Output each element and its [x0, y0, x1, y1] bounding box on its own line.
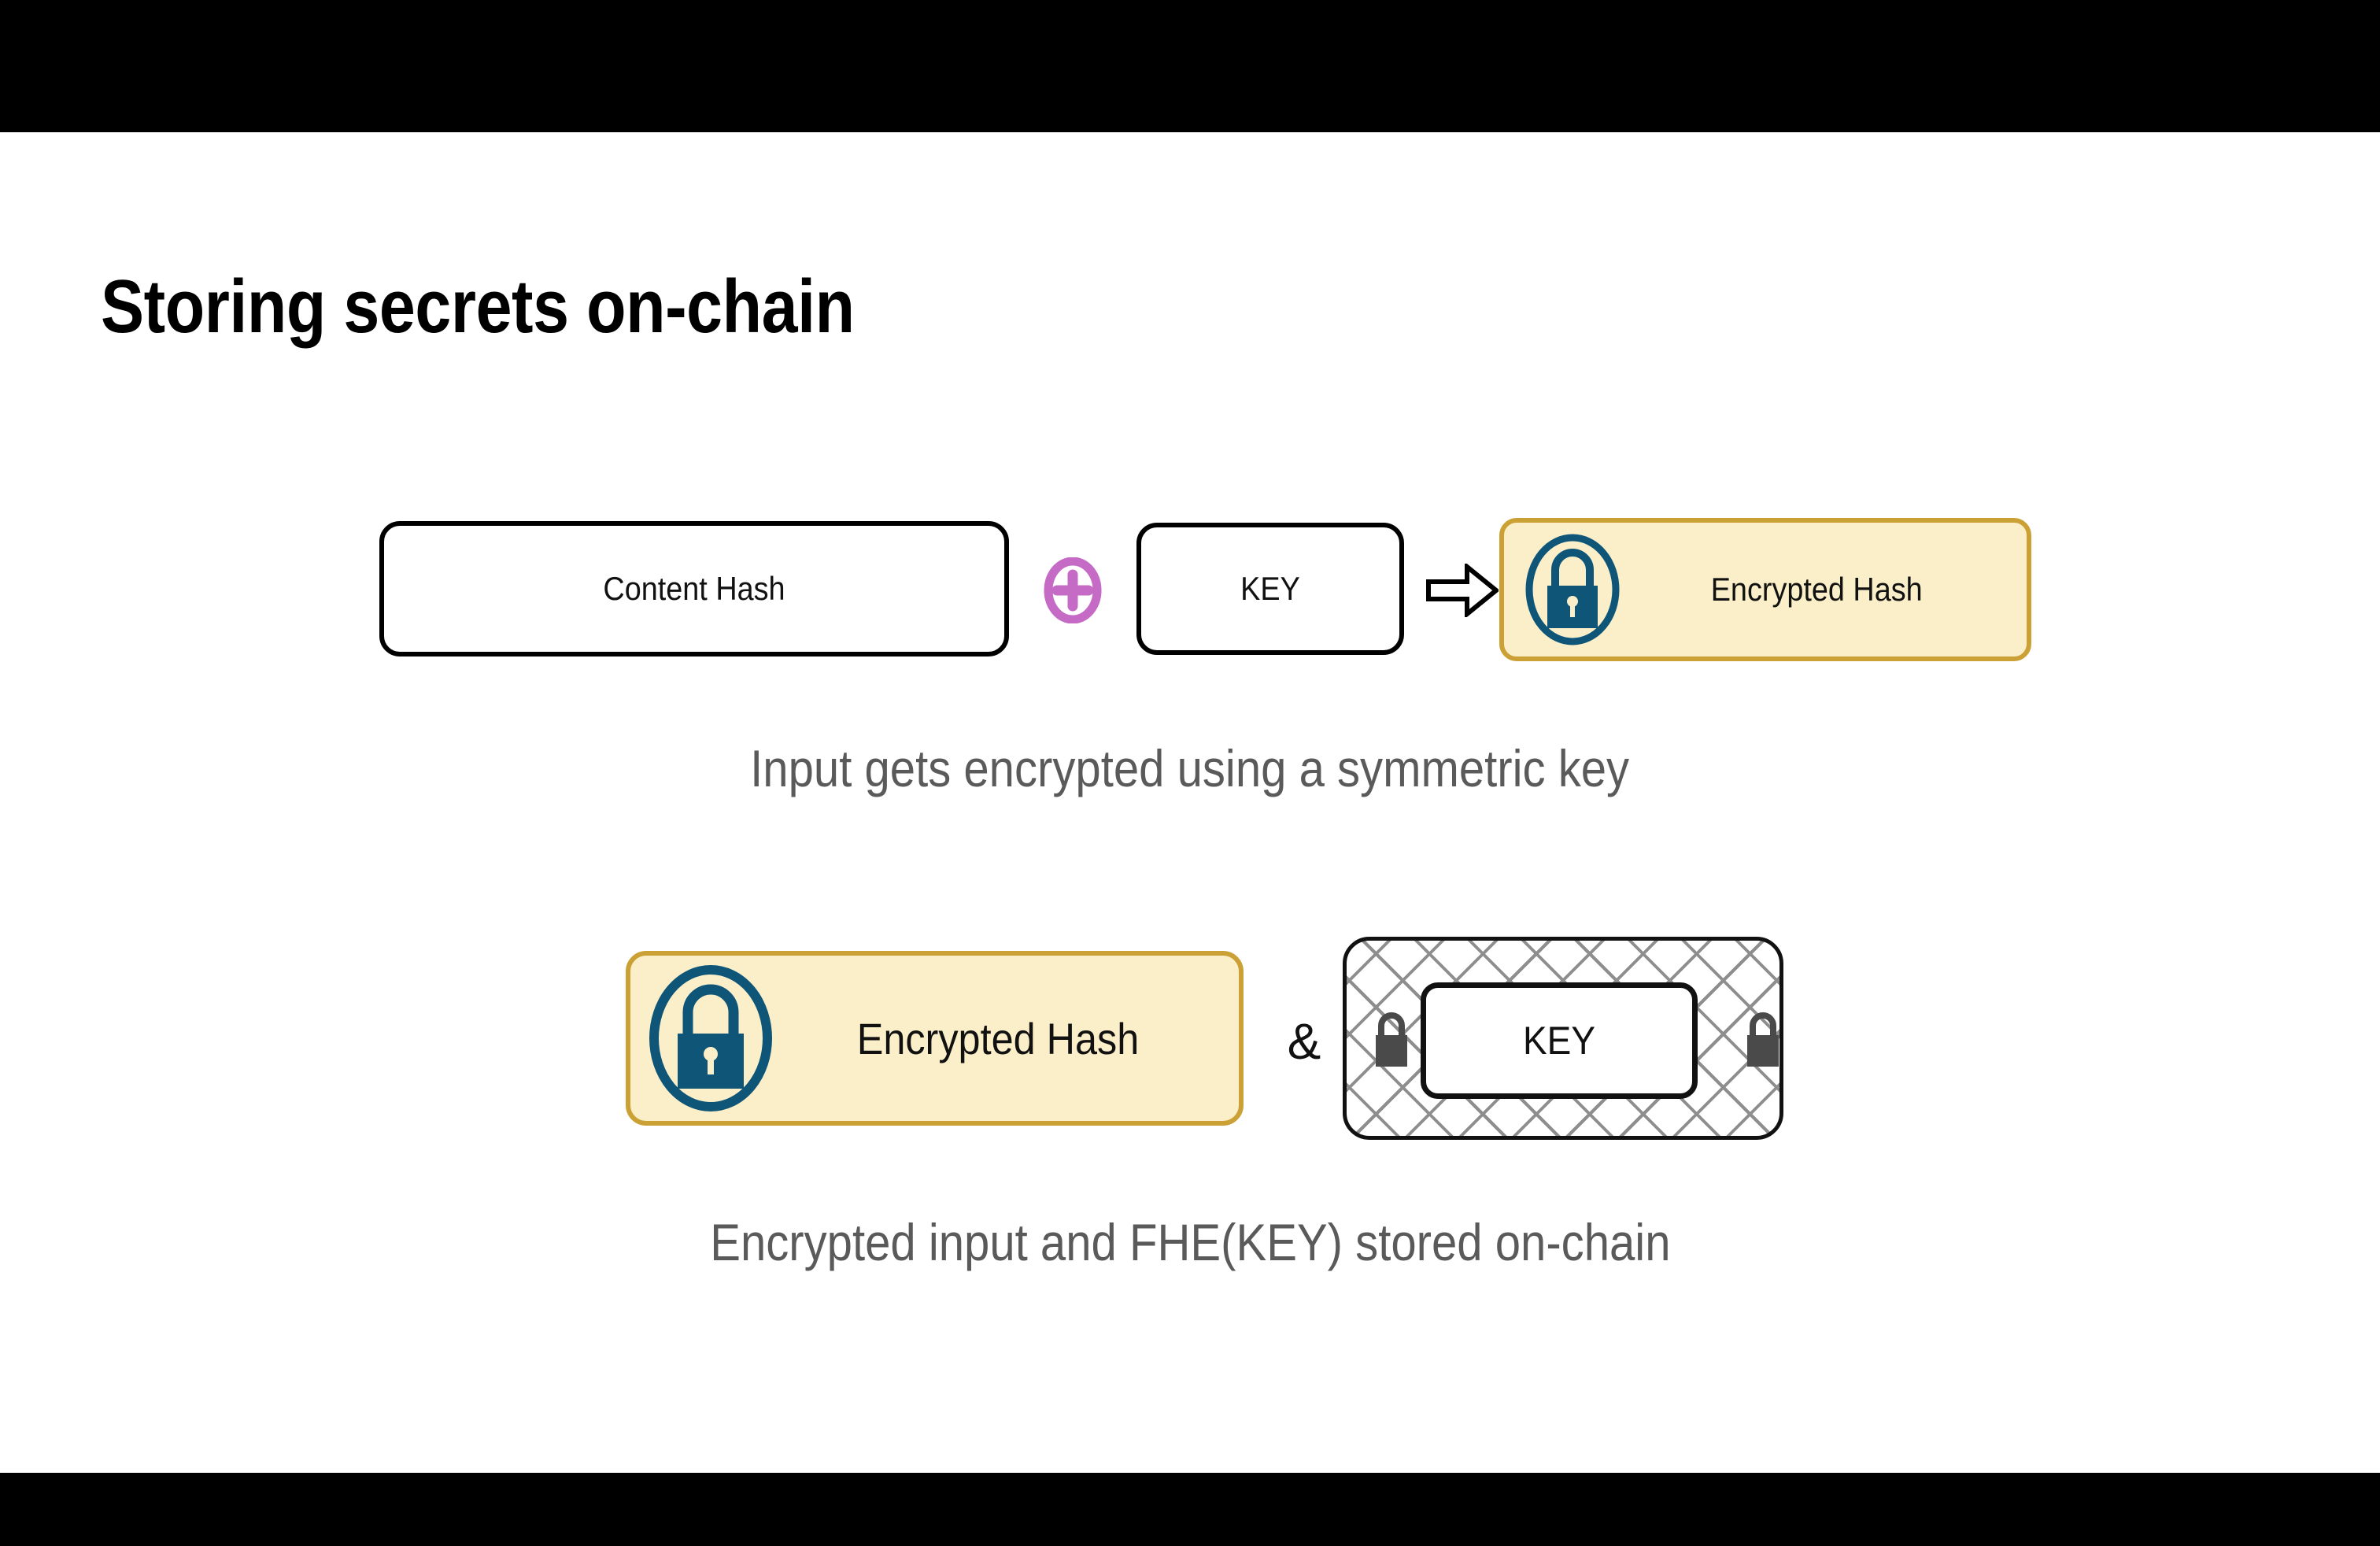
ampersand-operator: & [1287, 1013, 1321, 1070]
letterbox-bar-bottom [0, 1473, 2380, 1546]
slide-canvas: Storing secrets on-chain Content Hash KE… [0, 132, 2380, 1473]
letterbox-bar-top [0, 0, 2380, 132]
key-box-row1[interactable]: KEY [1136, 523, 1404, 655]
lock-in-circle-icon [1521, 531, 1624, 649]
content-hash-label: Content Hash [603, 570, 785, 607]
encrypted-hash-label-row2: Encrypted Hash [856, 1013, 1140, 1063]
caption-row1-text: Input gets encrypted using a symmetric k… [750, 739, 1630, 797]
caption-row2: Encrypted input and FHE(KEY) stored on-c… [0, 1212, 2380, 1272]
caption-row1: Input gets encrypted using a symmetric k… [0, 738, 2380, 798]
right-arrow-icon [1426, 561, 1500, 620]
encrypted-hash-label-row1: Encrypted Hash [1710, 571, 1923, 608]
key-box-row2[interactable]: KEY [1421, 982, 1698, 1099]
slide-stage: Storing secrets on-chain Content Hash KE… [0, 0, 2380, 1546]
key-label-row2: KEY [1522, 1019, 1596, 1063]
encrypted-hash-box-row1[interactable]: Encrypted Hash [1499, 518, 2031, 661]
encrypted-hash-box-row2[interactable]: Encrypted Hash [626, 951, 1244, 1126]
key-label-row1: KEY [1240, 570, 1300, 607]
content-hash-box[interactable]: Content Hash [379, 521, 1009, 656]
caption-row2-text: Encrypted input and FHE(KEY) stored on-c… [709, 1213, 1671, 1271]
plus-circle-icon [1044, 557, 1102, 624]
padlock-icon [1369, 1008, 1414, 1070]
lock-in-circle-icon [643, 961, 778, 1115]
padlock-icon [1741, 1008, 1785, 1070]
